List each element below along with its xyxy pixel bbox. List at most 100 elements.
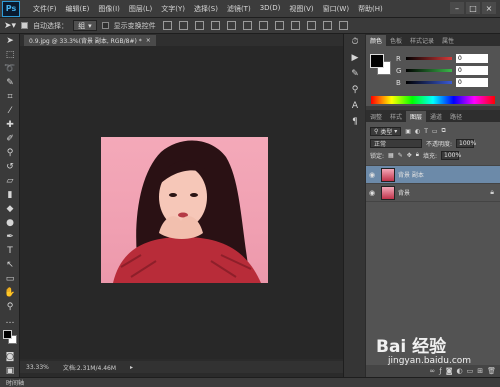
menu-filter[interactable]: 滤镜(T) — [227, 4, 251, 14]
auto-select-checkbox[interactable] — [21, 22, 29, 29]
tab-swatches[interactable]: 色板 — [386, 35, 406, 46]
quick-select-tool-icon[interactable]: ✎ — [0, 76, 20, 90]
crop-tool-icon[interactable]: ⌗ — [0, 90, 20, 104]
tab-layers[interactable]: 图层 — [406, 111, 427, 122]
healing-brush-tool-icon[interactable]: ✚ — [0, 118, 20, 132]
status-arrow-icon[interactable]: ▸ — [130, 364, 133, 371]
distribute-middle-icon[interactable] — [274, 21, 284, 30]
show-transform-checkbox[interactable] — [101, 22, 109, 29]
distribute-top-icon[interactable] — [258, 21, 268, 30]
tab-properties[interactable]: 属性 — [438, 35, 458, 46]
clone-source-panel-icon[interactable]: ⚲ — [344, 82, 366, 98]
paragraph-panel-icon[interactable]: ¶ — [344, 114, 366, 130]
filter-shape-icon[interactable]: ▭ — [432, 128, 438, 135]
zoom-tool-icon[interactable]: ⚲ — [0, 300, 20, 314]
menu-edit[interactable]: 编辑(E) — [66, 4, 90, 14]
tab-paths[interactable]: 路径 — [446, 111, 466, 122]
align-center-icon[interactable] — [226, 21, 236, 30]
eyedropper-tool-icon[interactable]: ⁄ — [0, 104, 20, 118]
gradient-tool-icon[interactable]: ▮ — [0, 188, 20, 202]
align-top-icon[interactable] — [162, 21, 172, 30]
history-brush-tool-icon[interactable]: ↺ — [0, 160, 20, 174]
menu-file[interactable]: 文件(F) — [33, 4, 57, 14]
brush-tool-icon[interactable]: ✐ — [0, 132, 20, 146]
slider-r-track[interactable] — [406, 57, 452, 60]
tab-styles[interactable]: 样式 — [386, 111, 406, 122]
distribute-right-icon[interactable] — [338, 21, 348, 30]
filter-adjust-icon[interactable]: ◐ — [415, 128, 420, 135]
filter-smart-icon[interactable]: ⧉ — [442, 127, 446, 135]
filter-type-icon[interactable]: T — [424, 128, 428, 135]
filter-pixel-icon[interactable]: ▣ — [405, 128, 411, 135]
opacity-field[interactable]: 100% — [456, 138, 476, 148]
color-swatches[interactable] — [0, 328, 20, 350]
hand-tool-icon[interactable]: ✋ — [0, 286, 20, 300]
slider-b-value[interactable]: 0 — [456, 78, 488, 87]
shape-tool-icon[interactable]: ▭ — [0, 272, 20, 286]
menu-3d[interactable]: 3D(D) — [260, 4, 281, 14]
eye-icon[interactable]: ◉ — [369, 171, 378, 179]
maximize-button[interactable]: □ — [466, 2, 480, 14]
auto-select-dropdown[interactable]: 组 ▾ — [73, 20, 97, 31]
menu-view[interactable]: 视图(V) — [289, 4, 313, 14]
eraser-tool-icon[interactable]: ▱ — [0, 174, 20, 188]
timeline-label[interactable]: 时间轴 — [6, 378, 24, 387]
distribute-left-icon[interactable] — [306, 21, 316, 30]
path-select-tool-icon[interactable]: ↖ — [0, 258, 20, 272]
menu-layer[interactable]: 图层(L) — [129, 4, 152, 14]
history-panel-icon[interactable]: ⏱ — [344, 34, 366, 50]
layer-row[interactable]: ◉ 背景 🔒︎ — [366, 184, 500, 202]
slider-b-track[interactable] — [406, 81, 452, 84]
distribute-bottom-icon[interactable] — [290, 21, 300, 30]
character-panel-icon[interactable]: A — [344, 98, 366, 114]
distribute-center-icon[interactable] — [322, 21, 332, 30]
lock-all-icon[interactable]: 🔒︎ — [416, 151, 419, 159]
tab-channels[interactable]: 通道 — [426, 111, 446, 122]
move-tool-icon[interactable]: ➤ — [0, 34, 20, 48]
slider-r-value[interactable]: 0 — [456, 54, 488, 63]
tab-color[interactable]: 颜色 — [366, 35, 387, 46]
tab-adjustments[interactable]: 调整 — [366, 111, 386, 122]
brush-panel-icon[interactable]: ✎ — [344, 66, 366, 82]
more-tools-icon[interactable]: … — [0, 314, 20, 328]
quick-mask-icon[interactable]: ◙ — [0, 350, 20, 364]
blend-mode-dropdown[interactable]: 正常 — [370, 138, 422, 148]
document-tab[interactable]: 0.9.jpg @ 33.3%(背景 副本, RGB/8#) * × — [24, 35, 156, 46]
foreground-swatch[interactable] — [3, 330, 12, 339]
align-bottom-icon[interactable] — [194, 21, 204, 30]
clone-stamp-tool-icon[interactable]: ⚲ — [0, 146, 20, 160]
layer-name[interactable]: 背景 副本 — [398, 170, 424, 179]
document-info[interactable]: 文档:2.31M/4.46M — [63, 363, 116, 372]
canvas-photo[interactable] — [101, 137, 268, 283]
close-button[interactable]: × — [482, 2, 496, 14]
screen-mode-icon[interactable]: ▣ — [0, 364, 20, 378]
lock-transparent-icon[interactable]: ▦ — [388, 152, 394, 159]
lasso-tool-icon[interactable]: ➰ — [0, 62, 20, 76]
tab-history[interactable]: 样式记录 — [406, 35, 438, 46]
menu-help[interactable]: 帮助(H) — [358, 4, 383, 14]
marquee-tool-icon[interactable]: ⬚ — [0, 48, 20, 62]
lock-pixels-icon[interactable]: ✎ — [398, 152, 403, 159]
slider-g-value[interactable]: 0 — [456, 66, 488, 75]
layer-name[interactable]: 背景 — [398, 188, 410, 197]
eye-icon[interactable]: ◉ — [369, 189, 378, 197]
lock-position-icon[interactable]: ✥ — [407, 152, 412, 159]
menu-image[interactable]: 图像(I) — [98, 4, 120, 14]
layer-row[interactable]: ◉ 背景 副本 — [366, 166, 500, 184]
layer-filter-dropdown[interactable]: ⚲ 类型 ▾ — [370, 126, 402, 136]
actions-panel-icon[interactable]: ▶ — [344, 50, 366, 66]
menu-window[interactable]: 窗口(W) — [323, 4, 349, 14]
foreground-color-swatch[interactable] — [370, 54, 384, 68]
close-icon[interactable]: × — [146, 37, 151, 44]
blur-tool-icon[interactable]: ◆ — [0, 202, 20, 216]
minimize-button[interactable]: – — [450, 2, 464, 14]
align-right-icon[interactable] — [242, 21, 252, 30]
fill-field[interactable]: 100% — [441, 150, 461, 160]
menu-select[interactable]: 选择(S) — [194, 4, 218, 14]
pen-tool-icon[interactable]: ✒ — [0, 230, 20, 244]
menu-type[interactable]: 文字(Y) — [161, 4, 185, 14]
color-spectrum[interactable] — [371, 96, 495, 104]
align-left-icon[interactable] — [210, 21, 220, 30]
dodge-tool-icon[interactable]: ● — [0, 216, 20, 230]
zoom-level[interactable]: 33.33% — [26, 364, 49, 371]
